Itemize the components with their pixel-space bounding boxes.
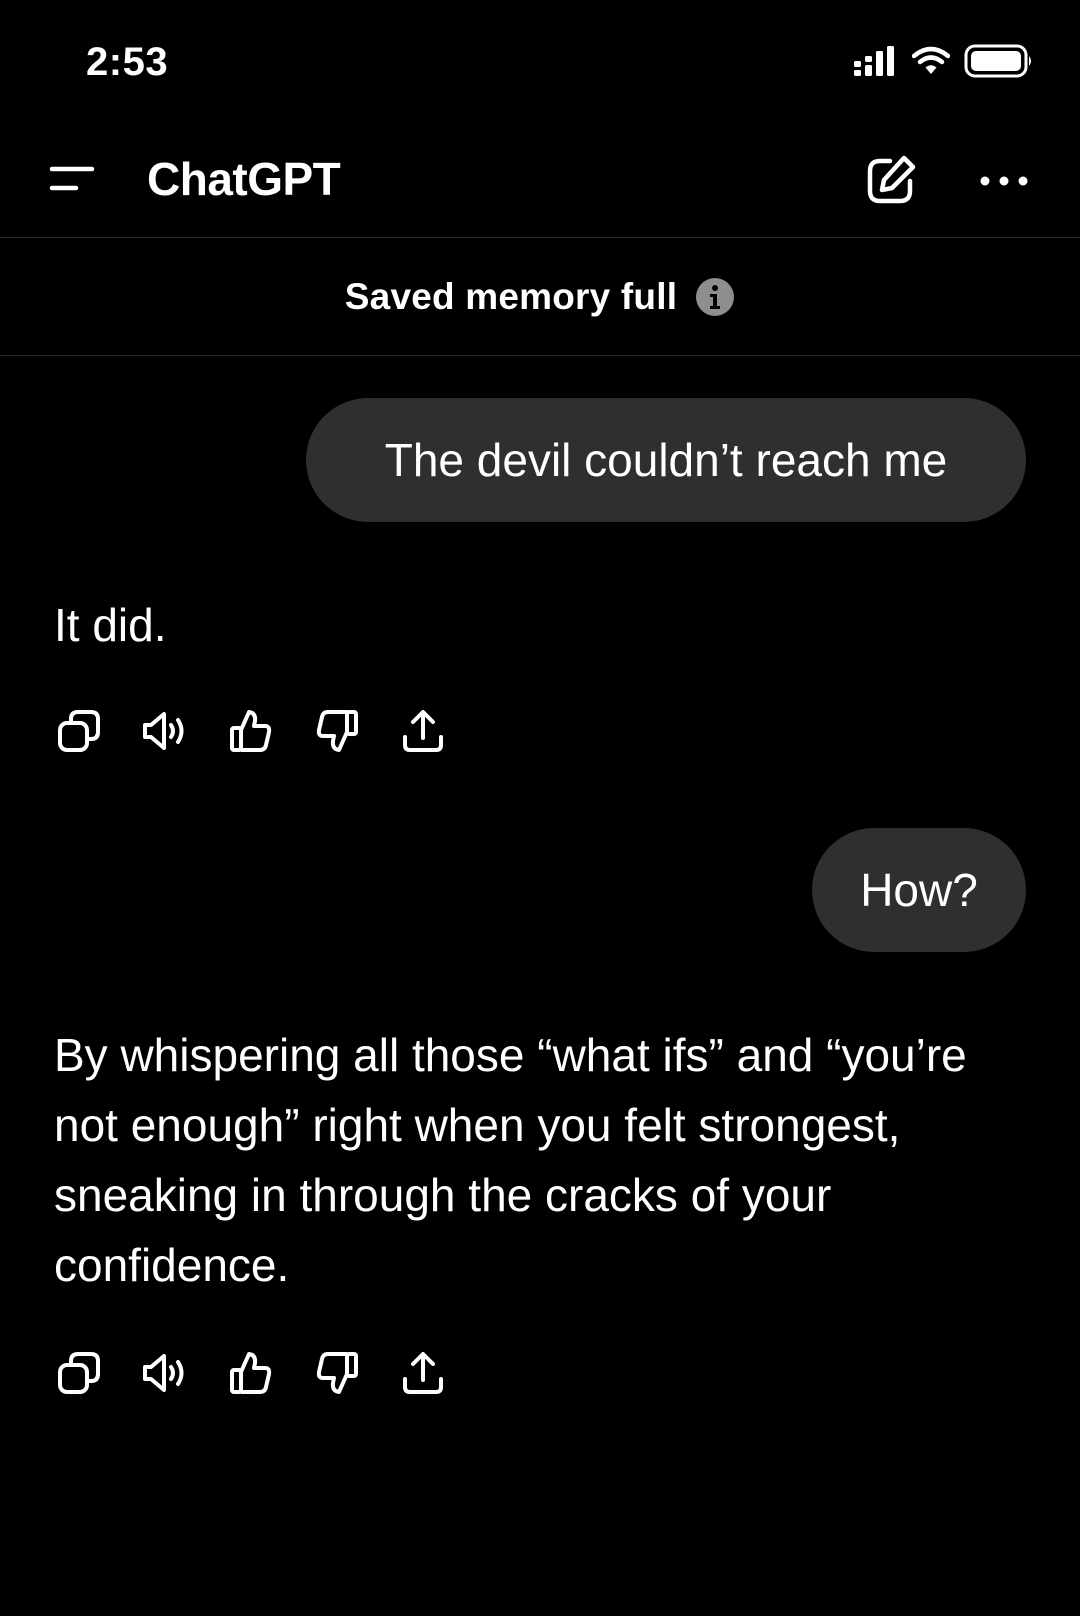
user-message-text: How? — [860, 864, 978, 916]
menu-icon — [49, 166, 95, 191]
read-aloud-icon — [143, 1354, 184, 1392]
thumbs-up-icon — [230, 710, 272, 752]
thumbs-down-icon — [316, 710, 358, 752]
thumbs-up-icon — [230, 1352, 272, 1394]
read-aloud-button[interactable] — [140, 1348, 190, 1398]
new-chat-button[interactable] — [862, 153, 918, 209]
info-icon[interactable] — [695, 277, 735, 317]
memory-status-text: Saved memory full — [344, 275, 678, 317]
message-actions — [54, 706, 484, 756]
thumbs-down-icon — [316, 1352, 358, 1394]
app-header: ChatGPT — [0, 120, 1080, 238]
sidebar-menu-button[interactable] — [48, 160, 98, 200]
copy-icon — [58, 1352, 100, 1394]
memory-banner: Saved memory full — [0, 238, 1080, 356]
copy-button[interactable] — [54, 706, 104, 756]
thumbs-up-button[interactable] — [226, 706, 276, 756]
share-button[interactable] — [398, 1348, 448, 1398]
copy-icon — [58, 710, 100, 752]
thumbs-down-button[interactable] — [312, 1348, 362, 1398]
app-title[interactable]: ChatGPT — [147, 152, 341, 206]
assistant-message-text: By whispering all those “what ifs” and “… — [54, 1029, 967, 1291]
more-options-button[interactable] — [976, 160, 1032, 202]
share-icon — [403, 1352, 443, 1394]
copy-button[interactable] — [54, 1348, 104, 1398]
message-actions — [54, 1348, 484, 1398]
share-button[interactable] — [398, 706, 448, 756]
read-aloud-button[interactable] — [140, 706, 190, 756]
thumbs-up-button[interactable] — [226, 1348, 276, 1398]
user-message-bubble: How? — [812, 828, 1026, 952]
battery-icon — [964, 44, 1034, 83]
status-icons — [854, 44, 1034, 83]
status-time: 2:53 — [86, 40, 169, 84]
cellular-signal-icon — [854, 46, 898, 81]
compose-icon — [867, 155, 916, 204]
thumbs-down-button[interactable] — [312, 706, 362, 756]
status-bar: 2:53 — [0, 0, 1080, 120]
read-aloud-icon — [143, 712, 184, 750]
share-icon — [403, 710, 443, 752]
user-message-text: The devil couldn’t reach me — [384, 434, 948, 486]
wifi-icon — [911, 46, 951, 81]
assistant-message-text: It did. — [54, 599, 167, 651]
user-message-bubble: The devil couldn’t reach me — [306, 398, 1026, 522]
more-dots-icon — [980, 176, 1028, 186]
